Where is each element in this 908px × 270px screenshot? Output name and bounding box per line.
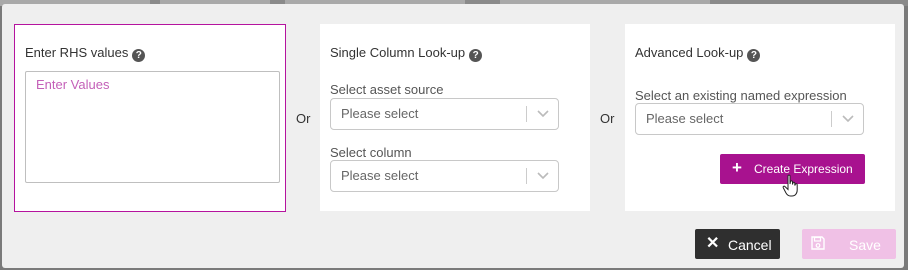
rhs-values-panel: Enter RHS values? Enter Values: [14, 24, 286, 212]
column-value: Please select: [341, 168, 419, 183]
single-lookup-title: Single Column Look-up?: [330, 45, 483, 62]
close-icon: ✕: [706, 235, 720, 252]
asset-source-value: Please select: [341, 106, 419, 121]
save-button[interactable]: Save: [802, 229, 896, 259]
cancel-label: Cancel: [728, 237, 772, 253]
rhs-values-title: Enter RHS values?: [25, 45, 146, 62]
plus-icon: +: [732, 158, 742, 177]
save-label: Save: [849, 237, 881, 253]
create-expression-label: Create Expression: [754, 162, 853, 176]
or-separator: Or: [600, 111, 615, 126]
column-label: Select column: [330, 145, 412, 160]
help-icon[interactable]: ?: [747, 49, 761, 62]
column-select[interactable]: Please select: [330, 160, 559, 192]
asset-source-select[interactable]: Please select: [330, 98, 559, 130]
select-separator: [526, 168, 527, 184]
chevron-down-icon: [537, 110, 549, 118]
named-expression-label: Select an existing named expression: [635, 88, 847, 103]
select-separator: [526, 106, 527, 122]
chevron-down-icon: [842, 115, 854, 123]
named-expression-value: Please select: [646, 111, 724, 126]
advanced-lookup-title: Advanced Look-up?: [635, 45, 761, 62]
help-icon[interactable]: ?: [469, 49, 483, 62]
chevron-down-icon: [537, 172, 549, 180]
or-separator: Or: [296, 111, 311, 126]
asset-source-label: Select asset source: [330, 82, 444, 97]
hand-cursor-icon: [782, 174, 798, 197]
help-icon[interactable]: ?: [132, 49, 146, 62]
select-separator: [831, 111, 832, 127]
lookup-dialog: Enter RHS values? Enter Values Or Single…: [2, 4, 904, 268]
floppy-disk-icon: [811, 236, 825, 250]
rhs-values-input[interactable]: Enter Values: [25, 71, 280, 183]
rhs-values-placeholder: Enter Values: [36, 77, 110, 92]
single-column-lookup-panel: Single Column Look-up? Select asset sour…: [320, 24, 590, 211]
cancel-button[interactable]: ✕ Cancel: [695, 229, 780, 259]
named-expression-select[interactable]: Please select: [635, 103, 864, 135]
